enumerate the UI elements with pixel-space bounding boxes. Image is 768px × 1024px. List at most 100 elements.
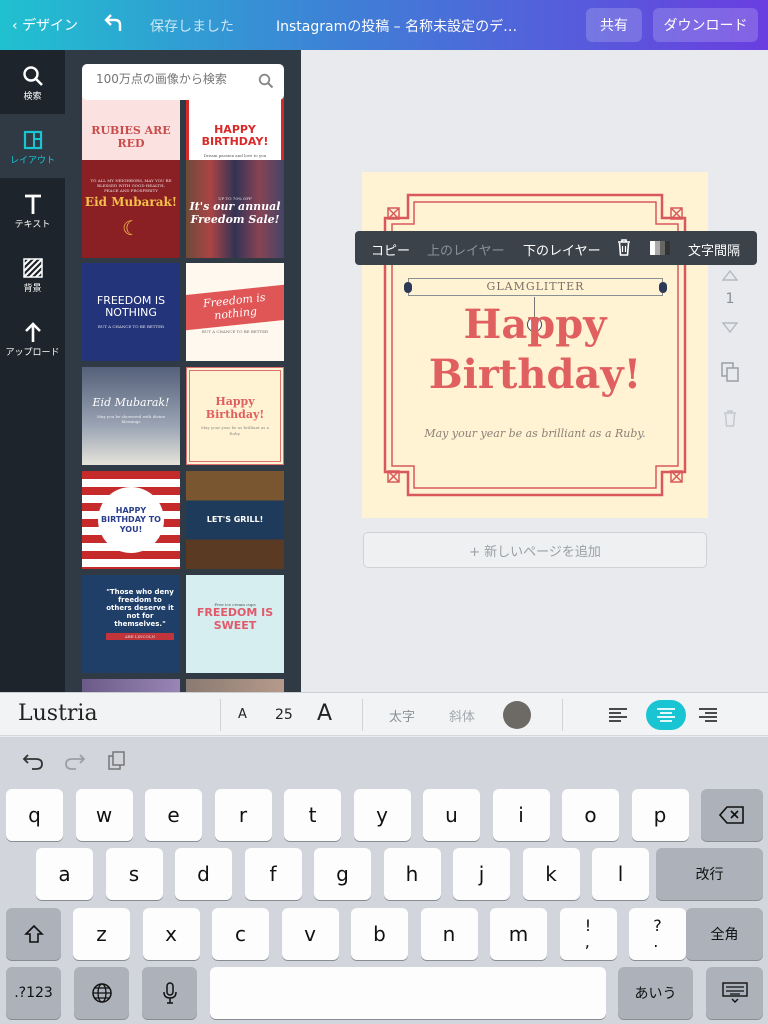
backspace-key[interactable]	[701, 789, 763, 841]
template-card[interactable]: "Those who deny freedom to others deserv…	[82, 575, 180, 673]
template-card[interactable]	[82, 679, 180, 692]
undo-icon[interactable]	[104, 11, 124, 37]
search-input[interactable]	[96, 72, 246, 86]
tagline-text[interactable]: May your year be as brilliant as a Ruby.	[362, 427, 708, 440]
key-e[interactable]: e	[145, 789, 202, 841]
dictation-key[interactable]	[142, 967, 197, 1019]
upload-icon	[23, 319, 43, 345]
add-page-button[interactable]: + 新しいページを追加	[363, 532, 707, 568]
text-icon	[23, 191, 43, 217]
key-g[interactable]: g	[314, 848, 371, 900]
font-size-value[interactable]: 25	[275, 707, 293, 723]
key-q[interactable]: q	[6, 789, 63, 841]
key-h[interactable]: h	[383, 848, 441, 900]
sidebar-item-search[interactable]: 検索	[0, 50, 65, 114]
top-bar: ‹ デザイン 保存しました Instagramの投稿 – 名称未設定のデ… 共有…	[0, 0, 768, 50]
italic-button[interactable]: 斜体	[449, 706, 475, 725]
key-r[interactable]: r	[214, 789, 272, 841]
align-right-icon[interactable]	[698, 706, 718, 724]
key-x[interactable]: x	[142, 908, 200, 960]
template-card[interactable]: TO ALL MY NEIGHBORS, MAY YOU BE BLESSED …	[82, 160, 180, 258]
template-card[interactable]: Eid Mubarak! May you be showered with di…	[82, 367, 180, 465]
trash-icon[interactable]	[617, 238, 631, 260]
download-button[interactable]: ダウンロード	[653, 8, 758, 42]
align-center-button[interactable]	[646, 700, 686, 730]
key-j[interactable]: j	[453, 848, 510, 900]
template-title-ribbon: Freedom is nothing	[186, 284, 284, 331]
sidebar-item-upload[interactable]: アップロード	[0, 306, 65, 370]
letter-spacing-button[interactable]: 文字間隔	[688, 240, 740, 259]
key-t[interactable]: t	[284, 789, 341, 841]
layer-down-button[interactable]: 下のレイヤー	[523, 240, 601, 259]
search-icon[interactable]	[258, 73, 274, 93]
globe-key[interactable]	[74, 967, 129, 1019]
template-subtitle: May you be showered with divine blessing…	[96, 414, 166, 425]
brand-text[interactable]: GLAMGLITTER	[409, 279, 662, 295]
key-y[interactable]: y	[353, 789, 411, 841]
template-card[interactable]: Free ice cream cups FREEDOM IS SWEET	[186, 575, 284, 673]
share-button[interactable]: 共有	[586, 8, 642, 42]
text-color-swatch[interactable]	[503, 701, 531, 729]
selected-text-box[interactable]: GLAMGLITTER	[404, 278, 667, 296]
document-title[interactable]: Instagramの投稿 – 名称未設定のデ…	[276, 16, 517, 36]
sidebar-item-layout[interactable]: レイアウト	[0, 114, 65, 178]
headline-birthday[interactable]: Birthday!	[362, 352, 708, 398]
kana-key[interactable]: あいう	[618, 967, 693, 1019]
key-u[interactable]: u	[423, 789, 480, 841]
sidebar-item-background[interactable]: 背景	[0, 242, 65, 306]
resize-handle-right[interactable]	[659, 282, 667, 293]
key-s[interactable]: s	[105, 848, 163, 900]
transparency-icon[interactable]	[650, 241, 670, 255]
fullwidth-key[interactable]: 全角	[686, 908, 763, 960]
template-card[interactable]	[186, 679, 284, 692]
key-d[interactable]: d	[175, 848, 232, 900]
key-v[interactable]: v	[281, 908, 339, 960]
key-i[interactable]: i	[492, 789, 550, 841]
key-z[interactable]: z	[73, 908, 130, 960]
layer-up-button[interactable]: 上のレイヤー	[427, 240, 505, 259]
numbers-key[interactable]: .?123	[6, 967, 61, 1019]
key-c[interactable]: c	[212, 908, 269, 960]
template-card[interactable]: HAPPY BIRTHDAY TO YOU!	[82, 471, 180, 569]
headline-happy[interactable]: Happy	[362, 302, 708, 348]
key-k[interactable]: k	[522, 848, 580, 900]
template-card[interactable]: LET'S GRILL!	[186, 471, 284, 569]
return-key[interactable]: 改行	[656, 848, 763, 900]
back-to-designs-button[interactable]: ‹ デザイン	[12, 15, 78, 35]
key-punct-8[interactable]: ? .	[629, 908, 686, 960]
key-p[interactable]: p	[631, 789, 689, 841]
key-o[interactable]: o	[562, 789, 619, 841]
keyboard-paste-icon[interactable]	[108, 751, 126, 775]
key-a[interactable]: a	[36, 848, 93, 900]
key-b[interactable]: b	[351, 908, 408, 960]
template-title: FREEDOM IS SWEET	[196, 605, 274, 632]
align-left-icon[interactable]	[608, 706, 628, 724]
hide-keyboard-key[interactable]	[706, 967, 763, 1019]
shift-key[interactable]	[6, 908, 61, 960]
keyboard-redo-icon[interactable]	[64, 751, 86, 775]
increase-font-size-button[interactable]: A	[317, 701, 332, 726]
template-card[interactable]: Freedom is nothing BUT A CHANCE TO BE BE…	[186, 263, 284, 361]
key-punct-7[interactable]: ! ,	[559, 908, 617, 960]
keyboard-undo-icon[interactable]	[22, 751, 44, 775]
resize-handle-left[interactable]	[404, 282, 412, 293]
copy-button[interactable]: コピー	[371, 240, 410, 259]
template-card[interactable]: UP TO 70% OFF It's our annual Freedom Sa…	[186, 160, 284, 258]
delete-page-icon[interactable]	[723, 409, 737, 427]
decrease-font-size-button[interactable]: A	[238, 707, 247, 722]
template-card[interactable]: Happy Birthday! May your year be as bril…	[186, 367, 284, 465]
key-w[interactable]: w	[75, 789, 133, 841]
key-m[interactable]: m	[490, 908, 547, 960]
bold-button[interactable]: 太字	[389, 706, 415, 725]
move-page-down-icon[interactable]	[721, 319, 739, 334]
design-page[interactable]: GLAMGLITTER ↻ Happy Birthday! May your y…	[362, 172, 708, 518]
key-n[interactable]: n	[420, 908, 478, 960]
key-l[interactable]: l	[592, 848, 649, 900]
sidebar-item-text[interactable]: テキスト	[0, 178, 65, 242]
key-f[interactable]: f	[244, 848, 302, 900]
duplicate-page-icon[interactable]	[721, 362, 739, 382]
move-page-up-icon[interactable]	[721, 266, 739, 281]
space-key[interactable]	[210, 967, 606, 1019]
template-card[interactable]: FREEDOM IS NOTHING BUT A CHANCE TO BE BE…	[82, 263, 180, 361]
font-selector[interactable]: Lustria	[18, 701, 98, 726]
